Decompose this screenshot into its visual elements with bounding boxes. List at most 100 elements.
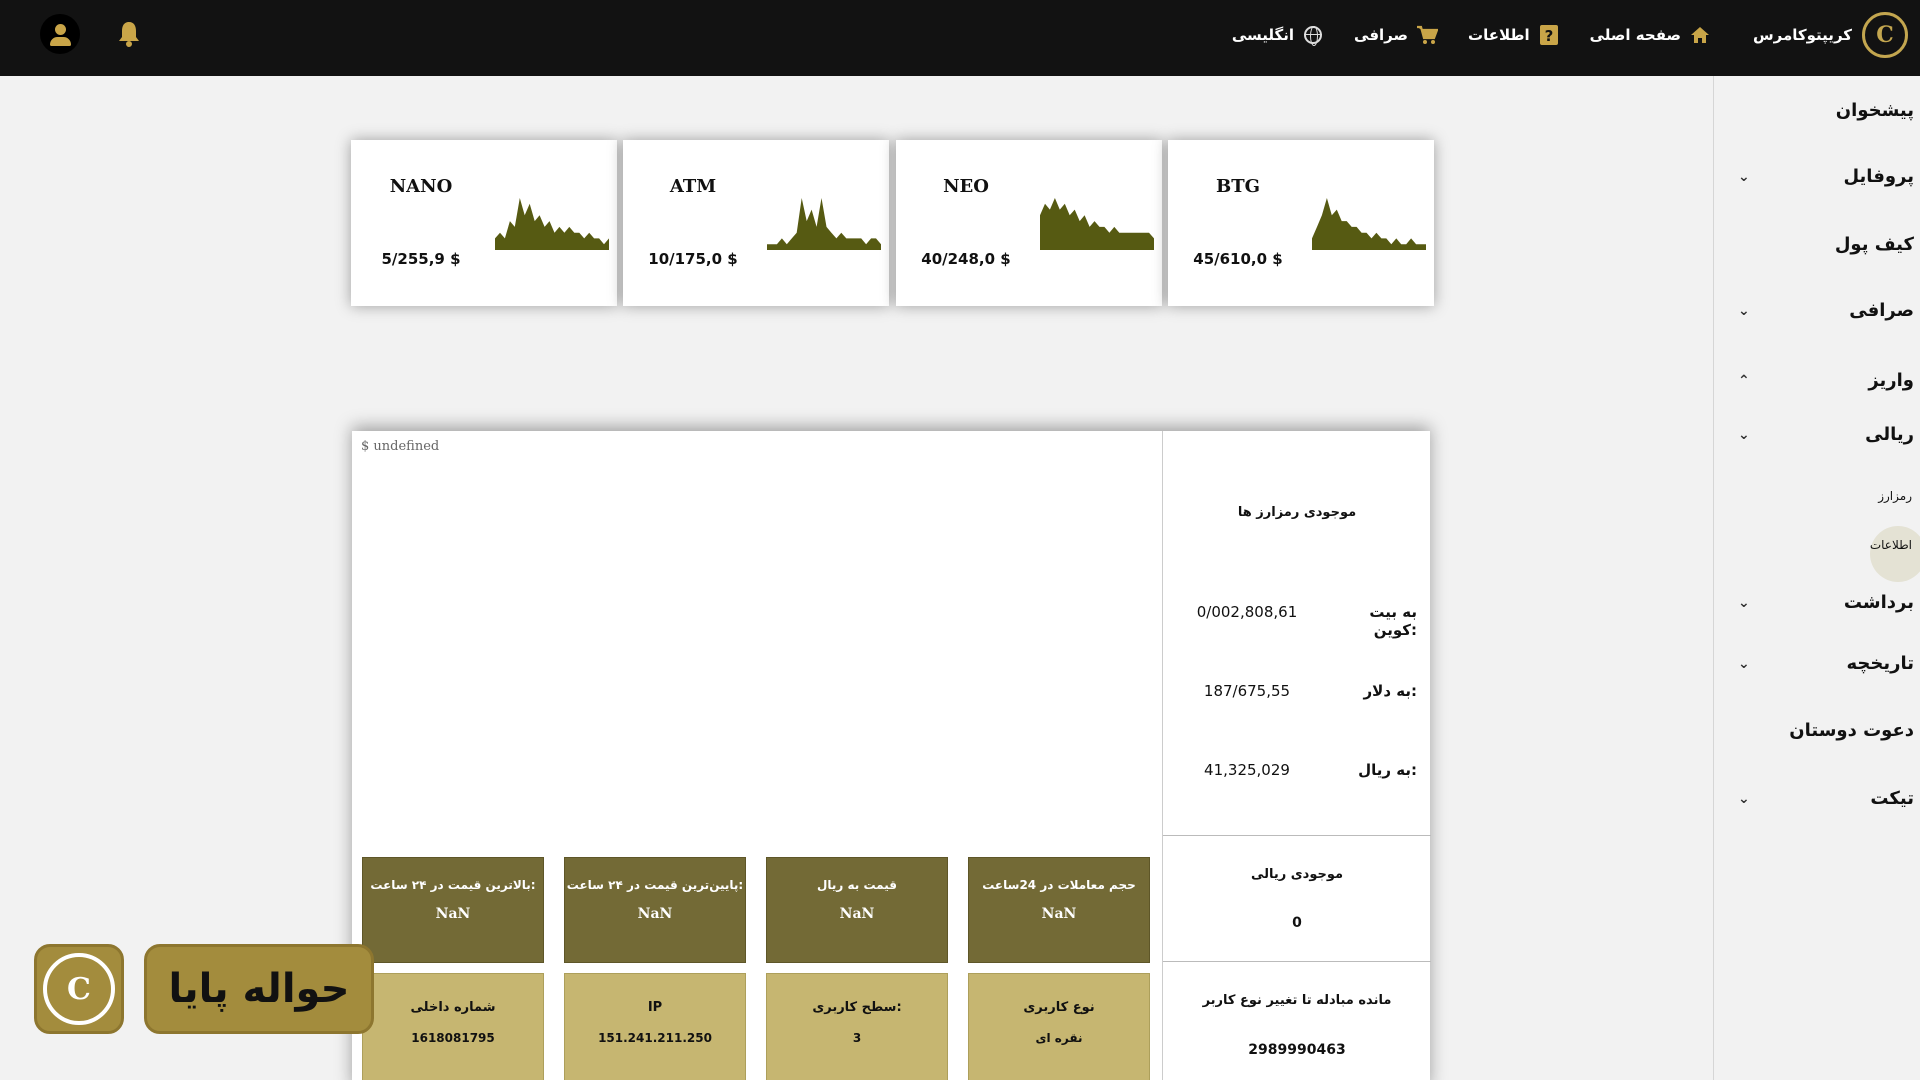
coin-name: ATM [669,176,717,197]
brand[interactable]: C کریپتوکامرس [1753,12,1908,58]
balance-label: به ریال: [1358,761,1417,779]
info-value: نقره ای [1035,1031,1083,1045]
help-icon: ? [1538,24,1560,46]
remaining-title: مانده مبادله تا تغییر نوع کاربر [1202,993,1392,1008]
balance-label: به دلار: [1363,682,1417,700]
sidebar-item-label: تیکت [1870,788,1914,809]
stat-value: NaN [637,906,673,922]
main-nav: C کریپتوکامرس صفحه اصلی ? اطلاعات صرافی … [1202,0,1920,70]
info-label: شماره داخلی [410,1000,496,1015]
info-value: 3 [852,1031,862,1045]
stat-low-24h: پایین‌ترین قیمت در ۲۴ ساعت: NaN [564,857,746,963]
info-user-level: سطح کاربری: 3 [766,973,948,1080]
paya-logo-icon: C [34,944,124,1034]
sidebar-sub-info[interactable]: اطلاعات [1870,538,1912,552]
sidebar-item-ticket[interactable]: تیکت ⌄ [1734,788,1914,809]
rial-balance-value: 0 [1292,915,1302,931]
balance-value: 41,325,029 [1204,761,1290,779]
sidebar-item-dashboard[interactable]: پیشخوان [1734,100,1914,121]
nav-home[interactable]: صفحه اصلی [1590,24,1711,46]
balance-value: 0/002,808,61 [1196,603,1298,621]
stat-volume-24h: حجم معاملات در 24ساعت NaN [968,857,1150,963]
info-value: 151.241.211.250 [598,1031,712,1045]
sidebar-item-label: واریز [1868,370,1914,391]
sparkline-area [1312,198,1426,250]
stat-value: NaN [839,906,875,922]
sidebar-sub-crypto[interactable]: رمزارز [1878,489,1912,503]
nav-info-label: اطلاعات [1468,26,1530,44]
top-navbar: C کریپتوکامرس صفحه اصلی ? اطلاعات صرافی … [0,0,1920,76]
crypto-balance-title: موجودی رمزارز ها [1237,505,1357,520]
nav-language[interactable]: انگلیسی [1232,24,1324,46]
sparkline-area [495,198,609,250]
sidebar-item-label: تاریخچه [1846,653,1915,674]
paya-banner: حواله پایا [144,944,374,1034]
divider [1163,961,1431,962]
svg-text:?: ? [1544,27,1553,45]
sparkline-chart [1312,198,1426,250]
stat-label: بالاترین قیمت در ۲۴ ساعت: [370,878,536,892]
sidebar-item-label: ریالی [1865,424,1914,445]
brand-logo-icon[interactable]: C [1862,12,1908,58]
sidebar-item-label: پیشخوان [1835,100,1914,121]
nav-exchange[interactable]: صرافی [1354,24,1438,46]
stat-price-rial: قیمت به ریال NaN [766,857,948,963]
sidebar-item-withdraw[interactable]: برداشت ⌄ [1734,592,1914,613]
sparkline-chart [495,198,609,250]
remaining-value: 2989990463 [1248,1042,1346,1058]
nav-info[interactable]: ? اطلاعات [1468,24,1560,46]
info-internal-number: شماره داخلی 1618081795 [362,973,544,1080]
coin-card-btg[interactable]: BTG 45/610,0 $ [1168,140,1434,306]
sidebar-item-label: برداشت [1843,592,1914,613]
rial-balance-title: موجودی ریالی [1250,867,1344,882]
balance-row-btc: به بیت کوین: 0/002,808,61 [1163,603,1431,639]
sidebar-item-wallet[interactable]: کیف پول [1734,234,1914,255]
sidebar-item-deposit[interactable]: واریز ⌃ [1734,370,1914,391]
chevron-up-icon: ⌃ [1738,372,1750,389]
sparkline-area [767,198,881,250]
chevron-down-icon: ⌄ [1738,790,1750,807]
chevron-down-icon: ⌄ [1738,594,1750,611]
sidebar-item-profile[interactable]: پروفایل ⌄ [1734,166,1914,187]
nav-exchange-label: صرافی [1354,26,1408,44]
sidebar-item-history[interactable]: تاریخچه ⌄ [1734,653,1914,674]
globe-icon [1302,24,1324,46]
info-user-type: نوع کاربری نقره ای [968,973,1150,1080]
nav-language-label: انگلیسی [1231,26,1295,44]
coin-name: NEO [943,176,989,197]
sidebar-item-rial[interactable]: ریالی ⌄ [1734,424,1914,445]
info-label: IP [647,1000,663,1015]
divider [1163,835,1431,836]
user-avatar-icon[interactable] [40,14,80,54]
chart-area-label: $ undefined [361,439,440,454]
coin-card-atm[interactable]: ATM 10/175,0 $ [623,140,889,306]
info-label: نوع کاربری [1023,1000,1095,1015]
nav-home-label: صفحه اصلی [1589,26,1681,44]
sparkline-chart [1040,198,1154,250]
info-ip: IP 151.241.211.250 [564,973,746,1080]
stat-value: NaN [1041,906,1077,922]
sidebar-item-label: کیف پول [1834,234,1914,255]
cart-icon [1416,24,1438,46]
balance-value: 187/675,55 [1203,682,1291,700]
coin-card-nano[interactable]: NANO 5/255,9 $ [351,140,617,306]
balance-row-rial: به ریال: 41,325,029 [1163,761,1431,779]
balance-label: به بیت کوین: [1369,603,1417,639]
sidebar-item-label: پروفایل [1843,166,1914,187]
notification-bell-icon[interactable] [117,20,141,48]
sidebar-item-invite[interactable]: دعوت دوستان [1734,720,1914,741]
sidebar: پیشخوان پروفایل ⌄ کیف پول صرافی ⌄ واریز … [1713,76,1920,1080]
stat-label: قیمت به ریال [817,878,897,892]
sidebar-item-label: دعوت دوستان [1789,720,1914,741]
balance-row-usd: به دلار: 187/675,55 [1163,682,1431,700]
coin-price: 40/248,0 $ [921,250,1011,268]
chevron-down-icon: ⌄ [1738,302,1750,319]
coin-card-neo[interactable]: NEO 40/248,0 $ [896,140,1162,306]
info-label: سطح کاربری: [812,1000,902,1015]
stat-label: حجم معاملات در 24ساعت [982,878,1136,892]
coin-name: NANO [389,176,453,197]
chevron-down-icon: ⌄ [1738,655,1750,672]
coin-price: 5/255,9 $ [381,250,461,268]
chevron-down-icon: ⌄ [1738,426,1750,443]
sidebar-item-exchange[interactable]: صرافی ⌄ [1734,300,1914,321]
